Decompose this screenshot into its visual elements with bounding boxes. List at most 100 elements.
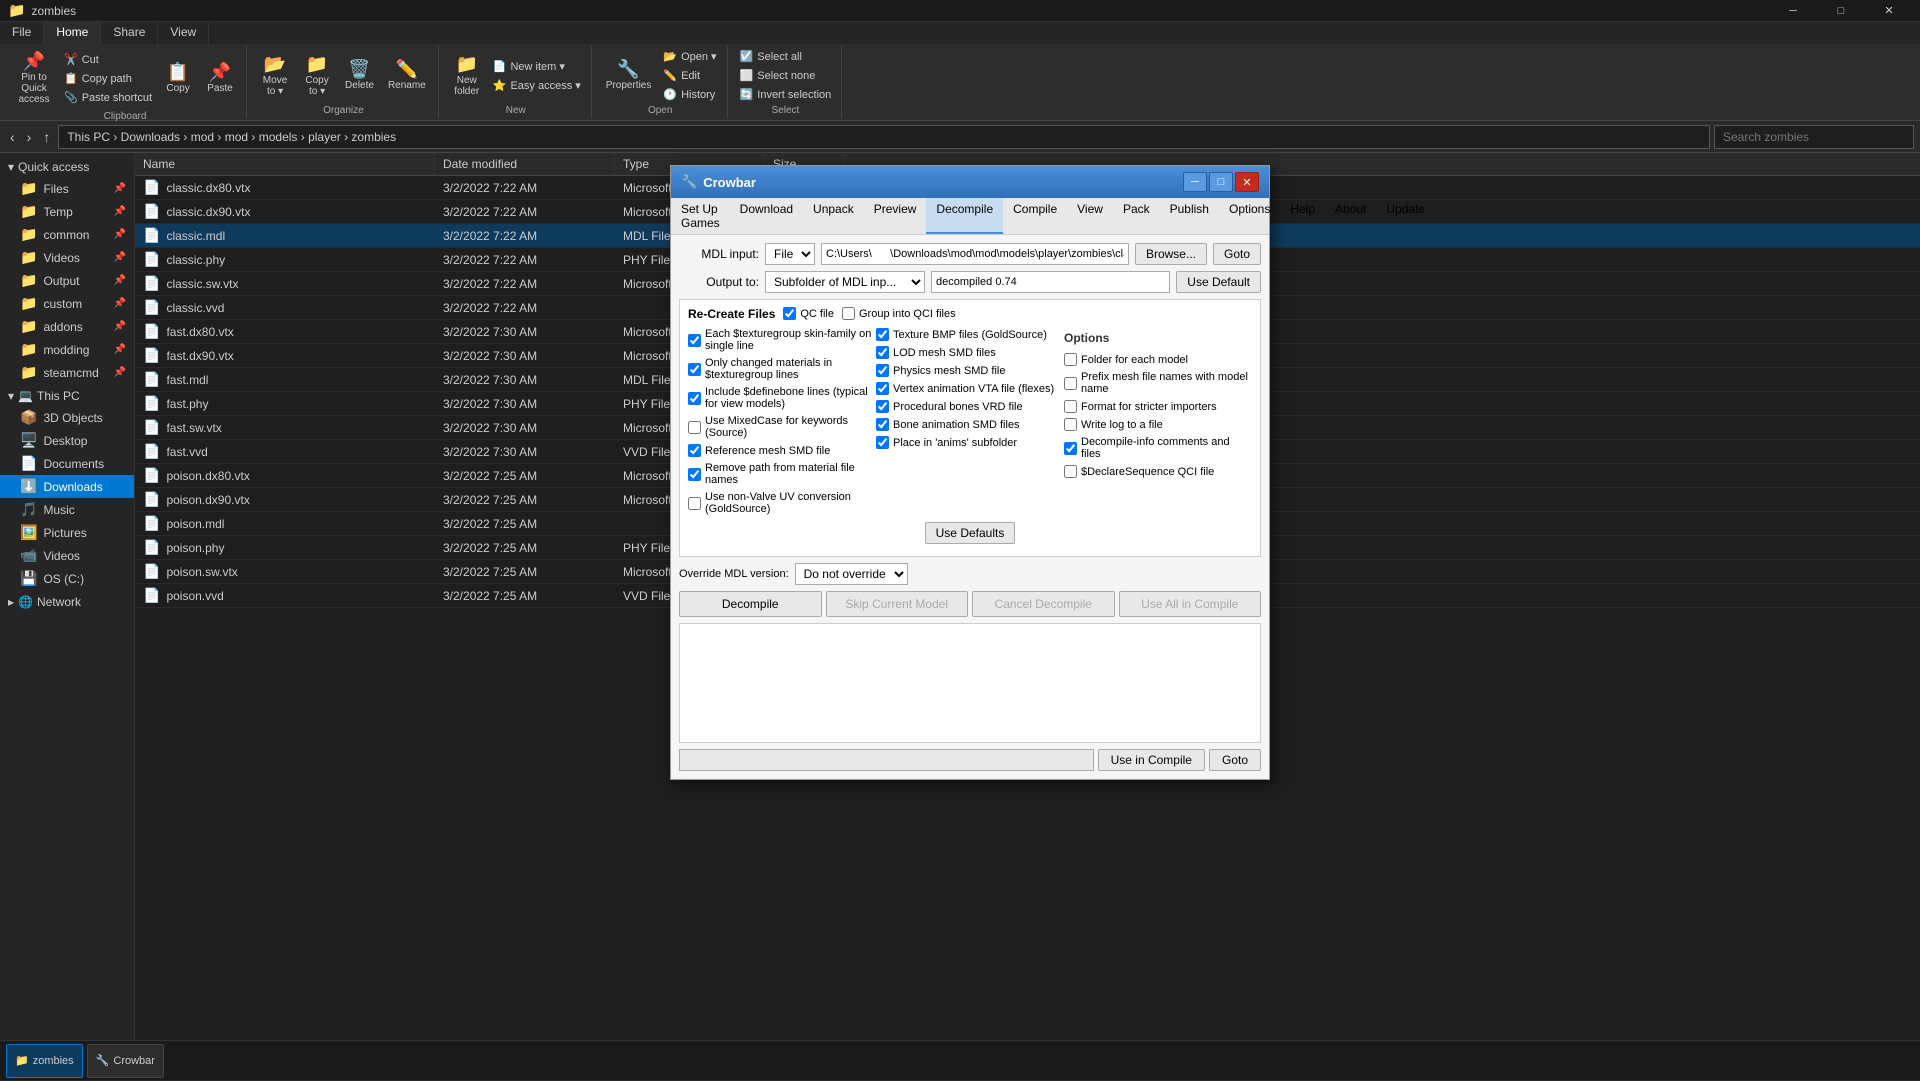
menu-download[interactable]: Download [730,198,803,234]
qc-file-checkbox[interactable] [783,307,796,320]
open-button[interactable]: 📂 Open ▾ [659,48,720,65]
close-button[interactable]: ✕ [1866,0,1912,22]
history-button[interactable]: 🕐 History [659,86,720,103]
sidebar-item-steamcmd[interactable]: 📁 steamcmd 📌 [0,361,134,384]
paste-shortcut-button[interactable]: 📎 Paste shortcut [60,89,156,106]
taskbar-explorer-button[interactable]: 📁 zombies [6,1044,83,1078]
use-all-in-compile-button[interactable]: Use All in Compile [1119,591,1262,617]
paste-button[interactable]: 📌 Paste [200,59,240,98]
sdeclare-checkbox[interactable] [1064,465,1077,478]
override-select[interactable]: Do not override [795,563,908,585]
address-path-input[interactable] [58,125,1710,149]
vertex-anim-checkbox[interactable] [876,382,889,395]
output-value-input[interactable] [931,271,1170,293]
sidebar-item-output[interactable]: 📁 Output 📌 [0,269,134,292]
physics-mesh-checkbox[interactable] [876,364,889,377]
menu-options[interactable]: Options [1219,198,1280,234]
properties-button[interactable]: 🔧 Properties [600,56,658,95]
use-default-button[interactable]: Use Default [1176,271,1261,293]
menu-view[interactable]: View [1067,198,1113,234]
menu-publish[interactable]: Publish [1160,198,1219,234]
tab-file[interactable]: File [0,22,44,44]
new-folder-button[interactable]: 📁 Newfolder [447,51,487,101]
taskbar-crowbar-button[interactable]: 🔧 Crowbar [87,1044,164,1078]
move-to-button[interactable]: 📂 Moveto ▾ [255,51,295,101]
pin-to-quick-button[interactable]: 📌 Pin to Quickaccess [10,48,58,109]
output-mode-select[interactable]: Subfolder of MDL inp... [765,271,925,293]
sidebar-item-desktop[interactable]: 🖥️ Desktop [0,429,134,452]
sidebar-item-modding[interactable]: 📁 modding 📌 [0,338,134,361]
select-all-button[interactable]: ☑️ Select all [736,48,836,65]
minimize-button[interactable]: ─ [1770,0,1816,22]
mdl-mode-select[interactable]: File [765,243,815,265]
use-non-valve-checkbox[interactable] [688,497,701,510]
menu-decompile[interactable]: Decompile [926,198,1003,234]
only-changed-checkbox[interactable] [688,363,701,376]
decompile-info-checkbox[interactable] [1064,442,1077,455]
cancel-decompile-button[interactable]: Cancel Decompile [972,591,1115,617]
this-pc-header[interactable]: ▾ 💻 This PC [0,386,134,406]
goto-button[interactable]: Goto [1213,243,1261,265]
folder-each-model-checkbox[interactable] [1064,353,1077,366]
copy-to-button[interactable]: 📁 Copyto ▾ [297,51,337,101]
sidebar-item-custom[interactable]: 📁 custom 📌 [0,292,134,315]
network-header[interactable]: ▸ 🌐 Network [0,592,134,612]
lod-mesh-checkbox[interactable] [876,346,889,359]
delete-button[interactable]: 🗑️ Delete [339,56,380,95]
sidebar-item-addons[interactable]: 📁 addons 📌 [0,315,134,338]
crowbar-close-button[interactable]: ✕ [1235,172,1259,192]
group-qci-checkbox[interactable] [842,307,855,320]
each-stexturegroup-checkbox[interactable] [688,334,701,347]
col-header-date[interactable]: Date modified [435,153,615,175]
use-in-compile-button[interactable]: Use in Compile [1098,749,1205,771]
bottom-path-input[interactable] [679,749,1094,771]
group-qci-row[interactable]: Group into QCI files [842,306,956,321]
copy-path-button[interactable]: 📋 Copy path [60,70,156,87]
crowbar-maximize-button[interactable]: □ [1209,172,1233,192]
sidebar-item-os-c[interactable]: 💾 OS (C:) [0,567,134,590]
sidebar-item-3d-objects[interactable]: 📦 3D Objects [0,406,134,429]
sidebar-item-videos[interactable]: 📁 Videos 📌 [0,246,134,269]
goto-bottom-button[interactable]: Goto [1209,749,1261,771]
invert-selection-button[interactable]: 🔄 Invert selection [736,86,836,103]
qc-file-row[interactable]: QC file [783,306,834,321]
rename-button[interactable]: ✏️ Rename [382,56,432,95]
new-item-button[interactable]: 📄 New item ▾ [489,58,585,75]
easy-access-button[interactable]: ⭐ Easy access ▾ [489,77,585,94]
remove-path-checkbox[interactable] [688,468,701,481]
sidebar-item-pictures[interactable]: 🖼️ Pictures [0,521,134,544]
sidebar-item-videos-pc[interactable]: 📹 Videos [0,544,134,567]
cut-button[interactable]: ✂️ Cut [60,51,156,68]
place-in-anims-checkbox[interactable] [876,436,889,449]
sidebar-item-common[interactable]: 📁 common 📌 [0,223,134,246]
forward-button[interactable]: › [23,127,36,147]
sidebar-item-music[interactable]: 🎵 Music [0,498,134,521]
skip-current-model-button[interactable]: Skip Current Model [826,591,969,617]
browse-button[interactable]: Browse... [1135,243,1207,265]
format-stricter-checkbox[interactable] [1064,400,1077,413]
up-button[interactable]: ↑ [39,127,54,147]
back-button[interactable]: ‹ [6,127,19,147]
sidebar-item-temp[interactable]: 📁 Temp 📌 [0,200,134,223]
menu-help[interactable]: Help [1280,198,1325,234]
texture-bmp-checkbox[interactable] [876,328,889,341]
quick-access-header[interactable]: ▾ Quick access [0,157,134,177]
tab-share[interactable]: Share [101,22,158,44]
prefix-mesh-checkbox[interactable] [1064,377,1077,390]
use-mixedcase-checkbox[interactable] [688,421,701,434]
menu-preview[interactable]: Preview [864,198,927,234]
bone-anim-checkbox[interactable] [876,418,889,431]
edit-button[interactable]: ✏️ Edit [659,67,720,84]
sidebar-item-files[interactable]: 📁 Files 📌 [0,177,134,200]
menu-pack[interactable]: Pack [1113,198,1160,234]
use-defaults-button[interactable]: Use Defaults [925,522,1016,544]
select-none-button[interactable]: ⬜ Select none [736,67,836,84]
search-input[interactable] [1714,125,1914,149]
write-log-checkbox[interactable] [1064,418,1077,431]
sidebar-item-downloads[interactable]: ⬇️ Downloads [0,475,134,498]
mdl-path-input[interactable] [821,243,1129,265]
menu-update[interactable]: Update [1376,198,1435,234]
decompile-button[interactable]: Decompile [679,591,822,617]
menu-about[interactable]: About [1325,198,1376,234]
procedural-bones-checkbox[interactable] [876,400,889,413]
